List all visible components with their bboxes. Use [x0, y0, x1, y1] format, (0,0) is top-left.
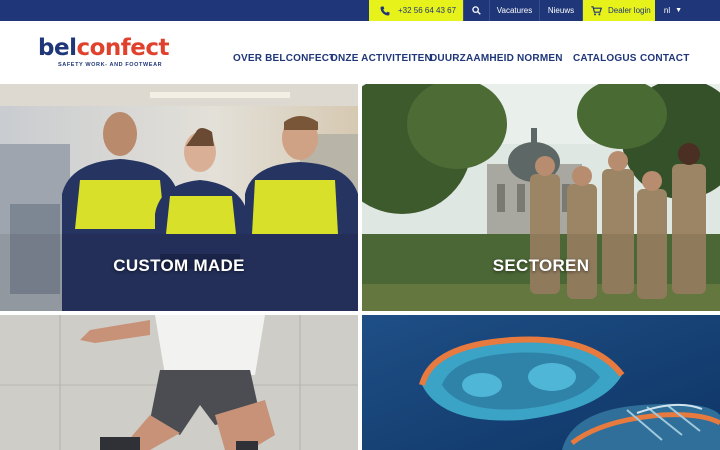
language-value: nl	[663, 6, 671, 15]
tile-workwear-action[interactable]	[0, 315, 358, 450]
workwear-photo	[0, 315, 358, 450]
tile-footwear[interactable]	[362, 315, 720, 450]
page: +32 56 64 43 67 Vacatures Nieuws Dealer …	[0, 0, 720, 450]
logo-part-bel: bel	[38, 35, 77, 61]
search-icon	[472, 6, 481, 15]
shoes-photo	[362, 315, 720, 450]
phone-number: +32 56 64 43 67	[398, 6, 457, 15]
nav-over-belconfect[interactable]: OVER BELCONFECT	[233, 53, 335, 67]
logo-tagline: SAFETY WORK- AND FOOTWEAR	[58, 62, 163, 68]
cart-icon	[591, 5, 602, 15]
logo-wordmark: belconfect	[38, 35, 169, 61]
logo-part-confect: confect	[76, 35, 169, 61]
vacatures-link[interactable]: Vacatures	[489, 0, 539, 21]
workers-photo	[0, 84, 358, 311]
dealer-login-button[interactable]: Dealer login	[583, 0, 655, 21]
dealer-login-label: Dealer login	[608, 6, 651, 15]
language-select[interactable]: nl ▼	[658, 0, 688, 21]
phone-icon	[380, 6, 390, 15]
nav-normen[interactable]: NORMEN	[517, 53, 563, 67]
nav-contact[interactable]: CONTACT	[640, 53, 690, 67]
site-header: belconfect SAFETY WORK- AND FOOTWEAR OVE…	[0, 21, 720, 83]
nav-onze-activiteiten[interactable]: ONZE ACTIVITEITEN	[330, 53, 432, 67]
nieuws-link[interactable]: Nieuws	[539, 0, 583, 21]
nav-duurzaamheid[interactable]: DUURZAAMHEID	[430, 53, 514, 67]
sectoren-photo	[362, 84, 720, 311]
tile-custom-made[interactable]: CUSTOM MADE	[0, 84, 358, 311]
caret-down-icon: ▼	[675, 7, 683, 14]
top-utility-bar: +32 56 64 43 67 Vacatures Nieuws Dealer …	[0, 0, 720, 21]
phone-link[interactable]: +32 56 64 43 67	[369, 0, 463, 21]
nav-catalogus[interactable]: CATALOGUS	[573, 53, 637, 67]
tile-sectoren[interactable]: SECTOREN	[362, 84, 720, 311]
search-button[interactable]	[463, 0, 489, 21]
belconfect-logo[interactable]: belconfect SAFETY WORK- AND FOOTWEAR	[38, 35, 188, 75]
tile-label-custom-made: CUSTOM MADE	[113, 256, 245, 275]
tile-label-sectoren: SECTOREN	[492, 256, 590, 275]
